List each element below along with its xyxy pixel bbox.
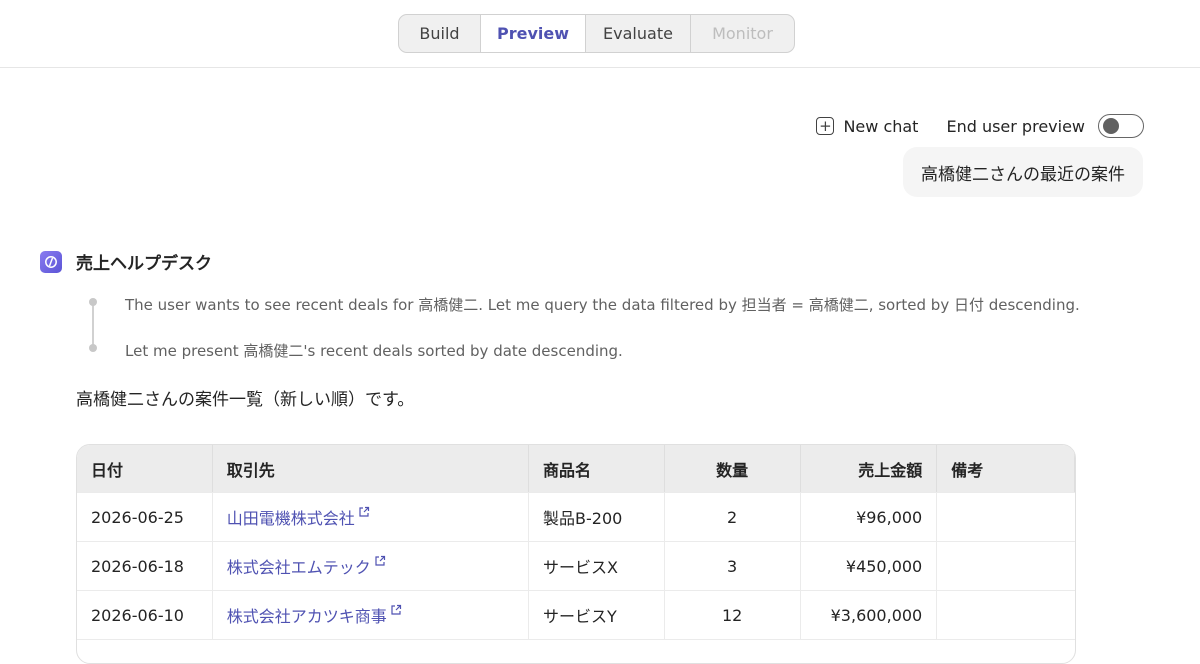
user-message-text: 高橋健二さんの最近の案件 [921, 164, 1125, 185]
toggle-knob [1103, 118, 1119, 134]
table-header-row: 日付 取引先 商品名 数量 売上金額 備考 [77, 445, 1075, 493]
top-bar: Build Preview Evaluate Monitor [0, 0, 1200, 68]
external-link-icon[interactable] [358, 506, 370, 518]
cell-amount: ¥96,000 [801, 493, 938, 541]
tab-build[interactable]: Build [399, 15, 481, 52]
end-user-preview-toggle[interactable] [1098, 114, 1144, 138]
table-row: 2026-06-10 株式会社アカツキ商事 サービスY 12 ¥3,600,00… [77, 591, 1075, 640]
customer-link[interactable]: 山田電機株式会社 [227, 505, 355, 529]
plus-square-icon: + [816, 117, 835, 135]
cell-product: サービスY [529, 591, 665, 639]
cell-quantity: 12 [665, 591, 801, 639]
cell-amount: ¥450,000 [801, 542, 938, 590]
chat-toolbar: + New chat End user preview [816, 112, 1144, 140]
column-header-product: 商品名 [529, 445, 665, 492]
cell-customer: 株式会社アカツキ商事 [213, 591, 530, 639]
cell-customer: 株式会社エムテック [213, 542, 530, 590]
bot-header: 売上ヘルプデスク [40, 249, 212, 274]
new-chat-button[interactable]: + New chat [816, 117, 918, 136]
table-row: 2026-06-18 株式会社エムテック サービスX 3 ¥450,000 [77, 542, 1075, 591]
column-header-date: 日付 [77, 445, 213, 492]
cell-quantity: 2 [665, 493, 801, 541]
cell-date: 2026-06-25 [77, 493, 213, 541]
customer-link[interactable]: 株式会社エムテック [227, 554, 371, 578]
column-header-quantity: 数量 [665, 445, 801, 492]
column-header-customer: 取引先 [213, 445, 530, 492]
cell-quantity: 3 [665, 542, 801, 590]
thought-step-2: Let me present 高橋健二's recent deals sorte… [125, 342, 623, 360]
thought-process: The user wants to see recent deals for 高… [88, 292, 1088, 362]
bot-name: 売上ヘルプデスク [76, 254, 212, 274]
deals-table: 日付 取引先 商品名 数量 売上金額 備考 2026-06-25 山田電機株式会… [76, 444, 1076, 664]
column-header-amount: 売上金額 [801, 445, 938, 492]
mode-tabs: Build Preview Evaluate Monitor [398, 14, 795, 53]
cell-notes [937, 542, 1075, 590]
cell-notes [937, 591, 1075, 639]
copilot-agent-icon [40, 250, 62, 273]
cell-amount: ¥3,600,000 [801, 591, 938, 639]
external-link-icon[interactable] [390, 604, 402, 616]
tab-evaluate[interactable]: Evaluate [586, 15, 691, 52]
cell-date: 2026-06-18 [77, 542, 213, 590]
cell-customer: 山田電機株式会社 [213, 493, 530, 541]
column-header-notes: 備考 [937, 445, 1075, 492]
bot-answer-text: 高橋健二さんの案件一覧（新しい順）です。 [76, 390, 415, 410]
customer-link[interactable]: 株式会社アカツキ商事 [227, 603, 387, 627]
thought-dot [89, 298, 97, 306]
thought-step-1: The user wants to see recent deals for 高… [125, 296, 1080, 314]
cell-product: サービスX [529, 542, 665, 590]
external-link-icon[interactable] [374, 555, 386, 567]
thought-connector [92, 302, 94, 348]
table-row: 2026-06-25 山田電機株式会社 製品B-200 2 ¥96,000 [77, 493, 1075, 542]
cell-date: 2026-06-10 [77, 591, 213, 639]
new-chat-label: New chat [843, 116, 919, 136]
cell-product: 製品B-200 [529, 493, 665, 541]
cell-notes [937, 493, 1075, 541]
tab-monitor: Monitor [712, 24, 773, 43]
tab-preview[interactable]: Preview [481, 15, 586, 52]
end-user-preview-label: End user preview [946, 116, 1085, 136]
user-message-bubble: 高橋健二さんの最近の案件 [903, 147, 1143, 197]
thought-dot [89, 344, 97, 352]
